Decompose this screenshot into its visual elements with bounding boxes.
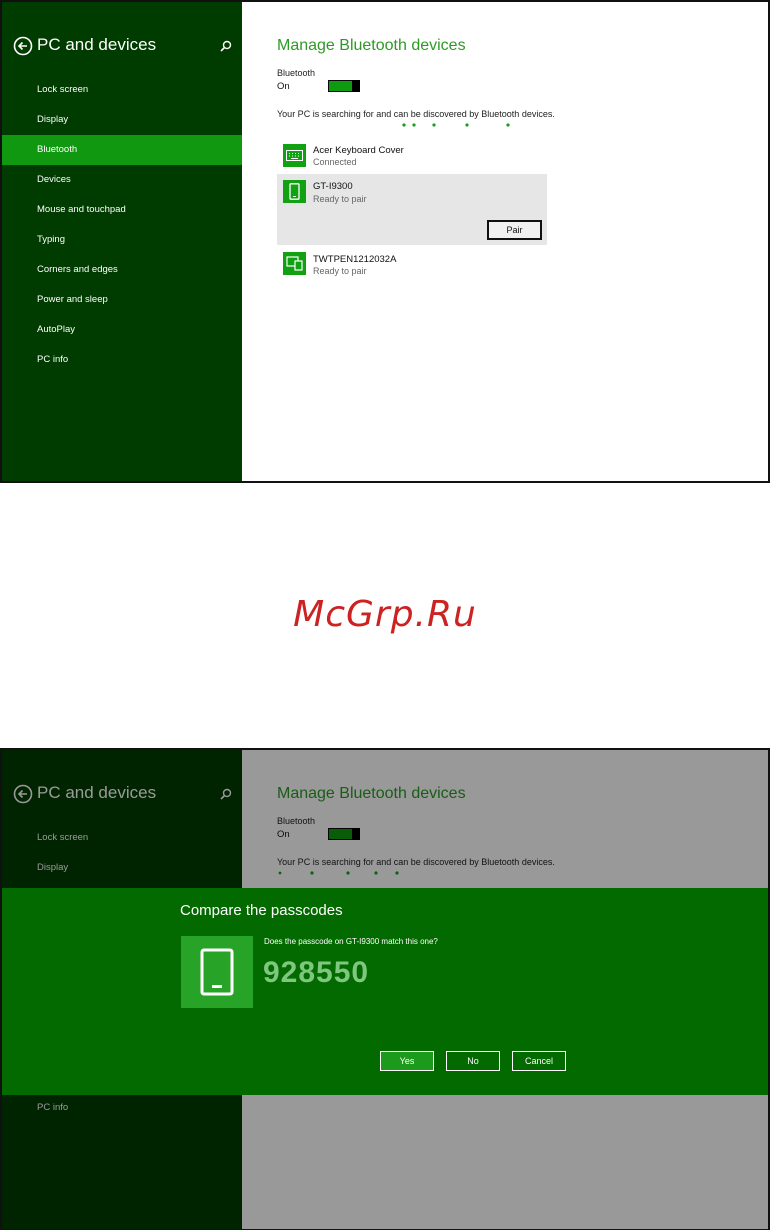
sidebar-item-corners-and-edges[interactable]: Corners and edges bbox=[2, 255, 242, 285]
sidebar-item-typing[interactable]: Typing bbox=[2, 225, 242, 255]
back-arrow-icon[interactable] bbox=[13, 36, 33, 56]
dialog-question: Does the passcode on GT-I9300 match this… bbox=[264, 937, 438, 946]
search-icon[interactable] bbox=[219, 39, 233, 53]
sidebar-item-power-and-sleep[interactable]: Power and sleep bbox=[2, 285, 242, 315]
device-status: Ready to pair bbox=[313, 194, 367, 204]
device-item-keyboard[interactable]: Acer Keyboard Cover Connected bbox=[277, 140, 547, 174]
sidebar-title: PC and devices bbox=[37, 35, 157, 54]
search-message: Your PC is searching for and can be disc… bbox=[277, 109, 555, 119]
device-item-phone[interactable]: GT-I9300 Ready to pair Pair bbox=[277, 174, 547, 245]
keyboard-icon bbox=[283, 144, 306, 167]
dialog-title: Compare the passcodes bbox=[180, 902, 343, 919]
sidebar-item-display[interactable]: Display bbox=[2, 105, 242, 135]
phone-icon bbox=[181, 936, 253, 1008]
progress-dots-icon bbox=[402, 123, 510, 127]
sidebar-item-devices[interactable]: Devices bbox=[2, 165, 242, 195]
watermark: McGrp.Ru bbox=[293, 594, 477, 635]
device-name: GT-I9300 bbox=[313, 181, 353, 192]
no-button[interactable]: No bbox=[446, 1051, 500, 1071]
device-item-computer[interactable]: TWTPEN1212032A Ready to pair bbox=[277, 248, 547, 282]
phone-icon bbox=[283, 180, 306, 203]
passcode-dialog: Compare the passcodes Does the passcode … bbox=[2, 888, 768, 1095]
device-status: Connected bbox=[313, 157, 357, 167]
bluetooth-settings-screen: PC and devices Lock screen Display Bluet… bbox=[0, 0, 770, 483]
sidebar: PC and devices Lock screen Display Bluet… bbox=[2, 2, 242, 481]
sidebar-item-pc-info[interactable]: PC info bbox=[2, 345, 242, 375]
pair-button[interactable]: Pair bbox=[487, 220, 542, 240]
device-name: TWTPEN1212032A bbox=[313, 254, 397, 265]
computer-icon bbox=[283, 252, 306, 275]
passcode-dialog-screen: PC and devices Lock screen Display PC in… bbox=[0, 748, 770, 1230]
page-title: Manage Bluetooth devices bbox=[277, 37, 466, 54]
main-content: Manage Bluetooth devices Bluetooth On Yo… bbox=[242, 2, 768, 481]
toggle-knob bbox=[352, 80, 360, 92]
bluetooth-label: Bluetooth bbox=[277, 68, 316, 78]
sidebar-item-bluetooth[interactable]: Bluetooth bbox=[2, 135, 242, 165]
cancel-button[interactable]: Cancel bbox=[512, 1051, 566, 1071]
bluetooth-toggle[interactable] bbox=[328, 80, 360, 92]
sidebar-item-autoplay[interactable]: AutoPlay bbox=[2, 315, 242, 345]
sidebar-item-mouse-and-touchpad[interactable]: Mouse and touchpad bbox=[2, 195, 242, 225]
passcode: 928550 bbox=[263, 956, 370, 989]
yes-button[interactable]: Yes bbox=[380, 1051, 434, 1071]
sidebar-item-lock-screen[interactable]: Lock screen bbox=[2, 75, 242, 105]
device-status: Ready to pair bbox=[313, 266, 367, 276]
bluetooth-state: On bbox=[277, 81, 290, 92]
device-name: Acer Keyboard Cover bbox=[313, 145, 404, 156]
